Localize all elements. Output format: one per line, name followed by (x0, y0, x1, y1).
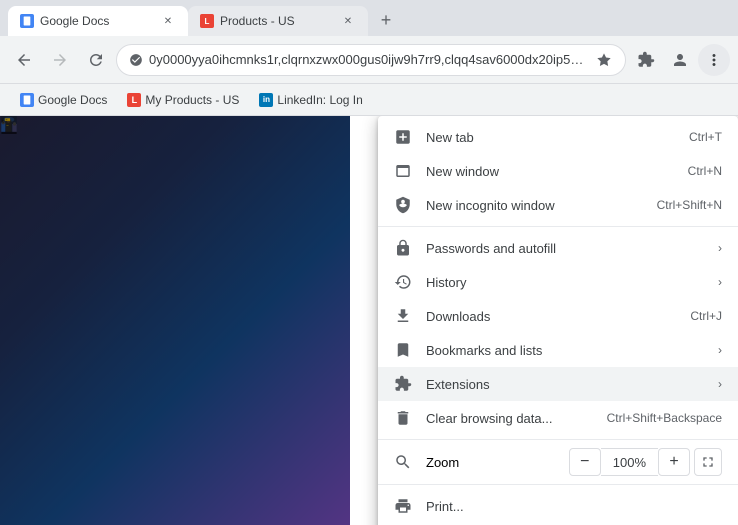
browser-frame: Google Docs ✕ L Products - US ✕ + 0y0000… (0, 0, 738, 525)
extensions-arrow: › (718, 377, 722, 391)
browser-actions (630, 44, 730, 76)
zoom-fullscreen-button[interactable] (694, 448, 722, 476)
more-menu-button[interactable] (698, 44, 730, 76)
bookmarks-arrow: › (718, 343, 722, 357)
menu-item-print[interactable]: Print... (378, 489, 738, 523)
new-window-shortcut: Ctrl+N (688, 164, 722, 178)
page-background: SMART MEMPHIS HAPPY (0, 116, 350, 525)
clear-data-shortcut: Ctrl+Shift+Backspace (607, 411, 722, 425)
bookmarks-label: Bookmarks and lists (426, 343, 696, 358)
back-button[interactable] (8, 44, 40, 76)
tab-products-us[interactable]: L Products - US ✕ (188, 6, 368, 36)
menu-divider-3 (378, 484, 738, 485)
bookmark-google-docs[interactable]: Google Docs (12, 89, 115, 111)
address-bar[interactable]: 0y0000yya0ihcmnks1r,clqrnxzwx000gus0ijw9… (116, 44, 626, 76)
bookmarks-bar: Google Docs L My Products - US in Linked… (0, 84, 738, 116)
tab-google-docs-close[interactable]: ✕ (160, 13, 176, 29)
content-area: SMART MEMPHIS HAPPY (0, 116, 738, 525)
print-label: Print... (426, 499, 722, 514)
history-icon (394, 273, 412, 291)
tab-google-docs-favicon (20, 14, 34, 28)
address-icons (595, 51, 613, 69)
extensions-label: Extensions (426, 377, 696, 392)
downloads-label: Downloads (426, 309, 676, 324)
passwords-label: Passwords and autofill (426, 241, 696, 256)
bookmark-linkedin[interactable]: in LinkedIn: Log In (251, 89, 370, 111)
profile-button[interactable] (664, 44, 696, 76)
menu-item-downloads[interactable]: Downloads Ctrl+J (378, 299, 738, 333)
new-incognito-shortcut: Ctrl+Shift+N (657, 198, 722, 212)
tab-google-docs[interactable]: Google Docs ✕ (8, 6, 188, 36)
tab-products-title: Products - US (220, 14, 334, 28)
zoom-value[interactable]: 100% (601, 448, 658, 476)
incognito-icon (394, 196, 412, 214)
history-arrow: › (718, 275, 722, 289)
clear-data-label: Clear browsing data... (426, 411, 593, 426)
menu-item-history[interactable]: History › (378, 265, 738, 299)
zoom-in-button[interactable]: + (658, 448, 690, 476)
address-text: 0y0000yya0ihcmnks1r,clqrnxzwx000gus0ijw9… (149, 52, 589, 67)
new-incognito-label: New incognito window (426, 198, 643, 213)
tab-products-favicon: L (200, 14, 214, 28)
bookmark-my-products-label: My Products - US (145, 93, 239, 107)
print-icon (394, 497, 412, 515)
address-bar-row: 0y0000yya0ihcmnks1r,clqrnxzwx000gus0ijw9… (0, 36, 738, 84)
bookmark-star-icon[interactable] (595, 51, 613, 69)
zoom-label: Zoom (426, 455, 555, 470)
bookmark-google-docs-label: Google Docs (38, 93, 107, 107)
new-window-label: New window (426, 164, 674, 179)
menu-item-bookmarks[interactable]: Bookmarks and lists › (378, 333, 738, 367)
forward-button[interactable] (44, 44, 76, 76)
bookmarks-icon (394, 341, 412, 359)
menu-item-new-incognito[interactable]: New incognito window Ctrl+Shift+N (378, 188, 738, 222)
menu-divider-2 (378, 439, 738, 440)
zoom-out-button[interactable]: − (569, 448, 601, 476)
bookmark-my-products[interactable]: L My Products - US (119, 89, 247, 111)
new-tab-shortcut: Ctrl+T (689, 130, 722, 144)
extensions-icon (394, 375, 412, 393)
menu-item-zoom: Zoom − 100% + (378, 444, 738, 480)
menu-item-clear-data[interactable]: Clear browsing data... Ctrl+Shift+Backsp… (378, 401, 738, 435)
menu-item-new-tab[interactable]: New tab Ctrl+T (378, 120, 738, 154)
menu-item-passwords[interactable]: Passwords and autofill › (378, 231, 738, 265)
menu-item-extensions[interactable]: Extensions › (378, 367, 738, 401)
tab-products-close[interactable]: ✕ (340, 13, 356, 29)
menu-item-new-window[interactable]: New window Ctrl+N (378, 154, 738, 188)
new-tab-button[interactable]: + (370, 4, 402, 36)
zoom-control: − 100% + (569, 448, 722, 476)
tab-google-docs-title: Google Docs (40, 14, 154, 28)
reload-button[interactable] (80, 44, 112, 76)
bookmark-linkedin-label: LinkedIn: Log In (277, 93, 362, 107)
downloads-icon (394, 307, 412, 325)
passwords-icon (394, 239, 412, 257)
tab-bar: Google Docs ✕ L Products - US ✕ + (0, 0, 738, 36)
zoom-icon (394, 453, 412, 471)
history-label: History (426, 275, 696, 290)
new-tab-icon (394, 128, 412, 146)
downloads-shortcut: Ctrl+J (690, 309, 722, 323)
passwords-arrow: › (718, 241, 722, 255)
clear-data-icon (394, 409, 412, 427)
new-window-icon (394, 162, 412, 180)
extensions-puzzle-button[interactable] (630, 44, 662, 76)
menu-divider-1 (378, 226, 738, 227)
context-menu: New tab Ctrl+T New window Ctrl+N New inc… (378, 116, 738, 525)
new-tab-label: New tab (426, 130, 675, 145)
